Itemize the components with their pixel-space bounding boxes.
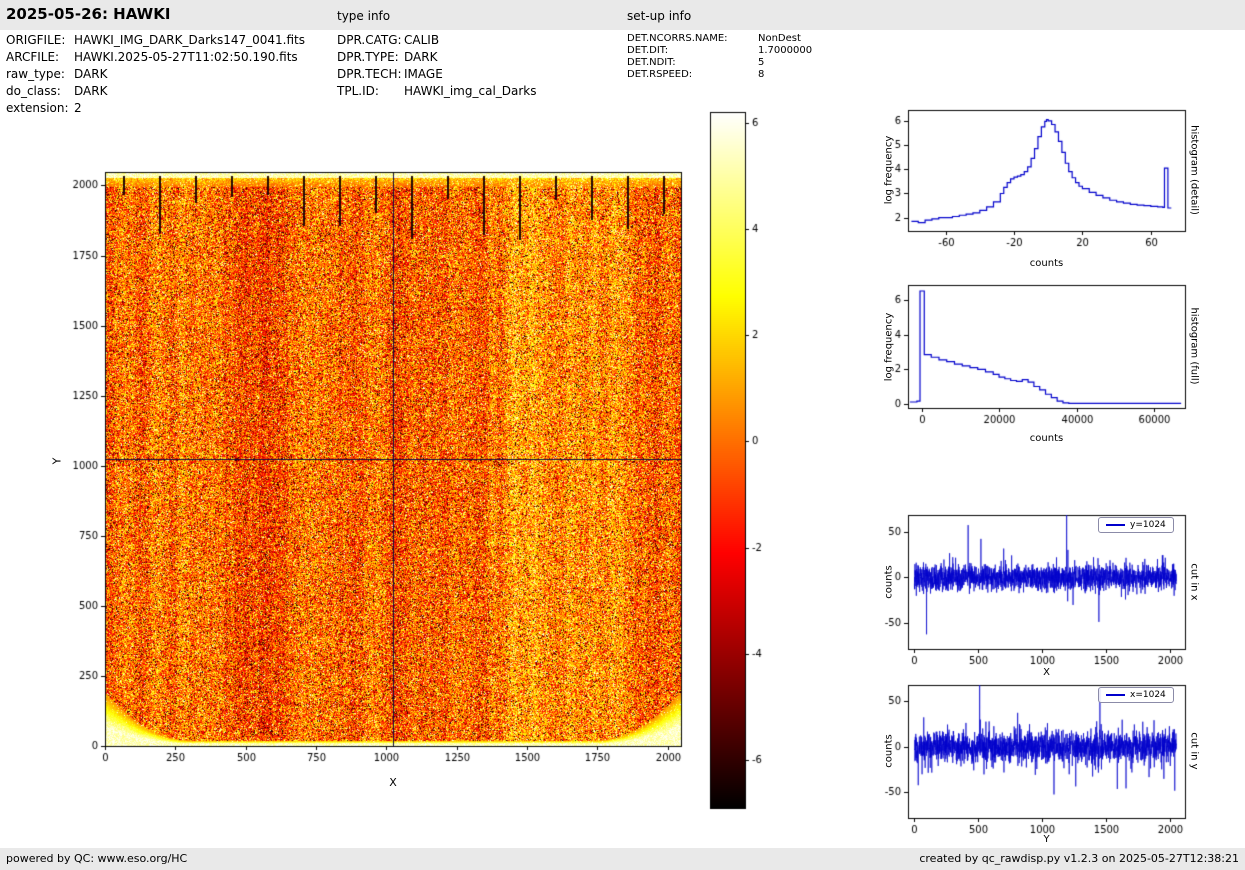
- type-info-value: HAWKI_img_cal_Darks: [404, 84, 537, 98]
- setup-info-value: 5: [758, 57, 765, 68]
- file-info-value: DARK: [74, 84, 108, 98]
- header-bar: 2025-05-26: HAWKI type info set-up info: [0, 0, 1245, 30]
- file-info-label: do_class:: [6, 84, 61, 98]
- footer-bar: powered by QC: www.eso.org/HC created by…: [0, 848, 1245, 870]
- setup-info-label: DET.RSPEED:: [627, 69, 693, 80]
- type-info-label: DPR.CATG:: [337, 33, 402, 47]
- type-info-label: DPR.TECH:: [337, 67, 402, 81]
- footer-left-text: powered by QC: www.eso.org/HC: [6, 852, 188, 865]
- type-info-value: DARK: [404, 50, 438, 64]
- cut-x-side-label: cut in x: [1188, 563, 1200, 601]
- cut-x-xaxis-label: X: [1043, 667, 1050, 678]
- setup-info-value: NonDest: [758, 33, 801, 44]
- hist-detail-yaxis-label: log frequency: [883, 135, 895, 205]
- hist-full-xaxis-label: counts: [1029, 433, 1064, 444]
- cut-y-legend-label: x=1024: [1130, 690, 1166, 700]
- setup-info-label: DET.NCORRS.NAME:: [627, 33, 728, 44]
- main-yaxis-label: Y: [50, 457, 64, 465]
- file-info-label: ARCFILE:: [6, 50, 60, 64]
- file-info-value: HAWKI_IMG_DARK_Darks147_0041.fits: [74, 33, 305, 47]
- qc-report-page: 2025-05-26: HAWKI type info set-up info …: [0, 0, 1245, 870]
- file-info-value: 2: [74, 101, 82, 115]
- type-info-label: DPR.TYPE:: [337, 50, 399, 64]
- cut-x-legend-label: y=1024: [1130, 520, 1166, 530]
- histogram-detail-plot: [878, 104, 1191, 255]
- cut-x-yaxis-label: counts: [883, 565, 895, 599]
- legend-line-sample: [1106, 524, 1125, 526]
- setup-info-value: 1.7000000: [758, 45, 813, 56]
- type-info-value: IMAGE: [404, 67, 443, 81]
- page-title: 2025-05-26: HAWKI: [6, 5, 171, 23]
- main-image-plot: [55, 168, 685, 774]
- cut-y-yaxis-label: counts: [883, 734, 895, 768]
- hist-full-side-label: histogram (full): [1188, 307, 1200, 385]
- setup-info-value: 8: [758, 69, 765, 80]
- footer-right-text: created by qc_rawdisp.py v1.2.3 on 2025-…: [919, 852, 1239, 865]
- colorbar: [705, 106, 785, 816]
- cut-x-legend: y=1024: [1098, 517, 1174, 533]
- legend-line-sample: [1106, 694, 1125, 696]
- file-info-label: extension:: [6, 101, 69, 115]
- type-info-heading: type info: [337, 9, 391, 23]
- setup-info-label: DET.NDIT:: [627, 57, 676, 68]
- histogram-full-plot: [878, 279, 1191, 432]
- file-info-label: raw_type:: [6, 67, 65, 81]
- cut-y-side-label: cut in y: [1188, 732, 1200, 770]
- file-info-label: ORIGFILE:: [6, 33, 66, 47]
- hist-full-yaxis-label: log frequency: [883, 312, 895, 382]
- setup-info-heading: set-up info: [627, 9, 692, 23]
- setup-info-label: DET.DIT:: [627, 45, 669, 56]
- hist-detail-xaxis-label: counts: [1029, 258, 1064, 269]
- type-info-value: CALIB: [404, 33, 440, 47]
- file-info-value: DARK: [74, 67, 108, 81]
- cut-in-y-plot: [878, 679, 1191, 842]
- cut-in-x-plot: [878, 509, 1191, 673]
- type-info-label: TPL.ID:: [337, 84, 379, 98]
- cut-y-xaxis-label: Y: [1043, 834, 1050, 845]
- main-xaxis-label: X: [389, 776, 397, 789]
- cut-y-legend: x=1024: [1098, 687, 1174, 703]
- hist-detail-side-label: histogram (detail): [1188, 125, 1200, 215]
- file-info-value: HAWKI.2025-05-27T11:02:50.190.fits: [74, 50, 298, 64]
